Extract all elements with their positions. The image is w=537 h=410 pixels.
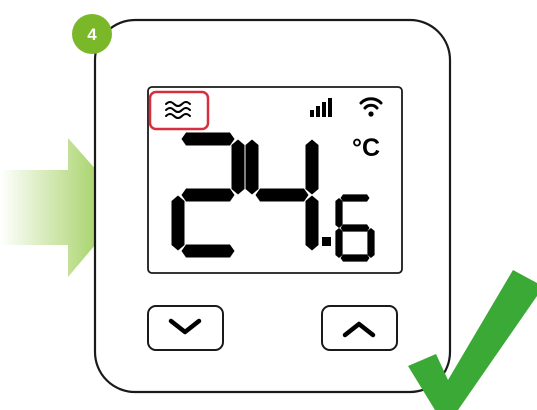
thermostat-illustration: 4 °C (0, 14, 537, 410)
step-number: 4 (87, 25, 97, 44)
temperature-unit: °C (352, 134, 380, 162)
temperature-down-button[interactable] (147, 305, 224, 351)
step-badge: 4 (72, 14, 112, 54)
temperature-up-button[interactable] (321, 305, 398, 351)
decimal-point (322, 237, 331, 246)
